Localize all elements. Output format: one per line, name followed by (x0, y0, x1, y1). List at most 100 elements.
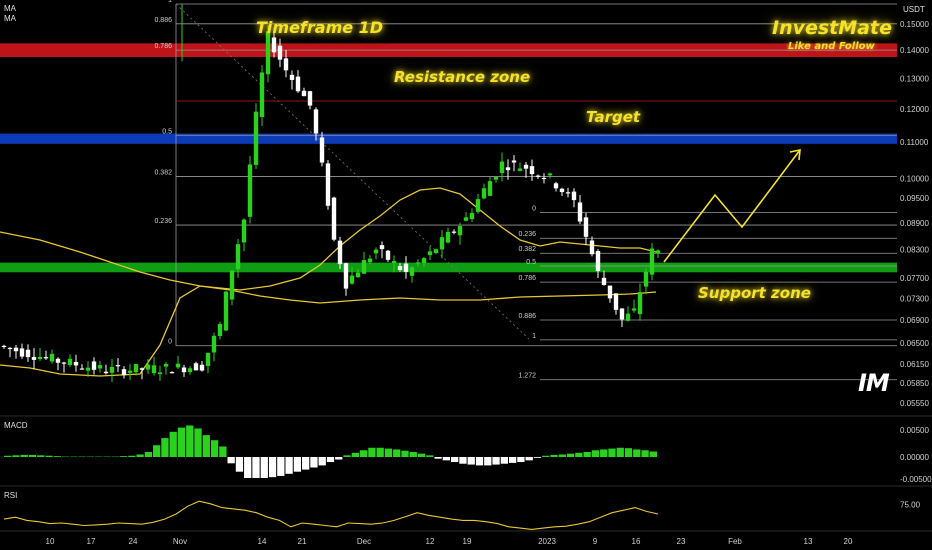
macd-bar (616, 447, 624, 457)
candle-body (277, 45, 283, 60)
ma-label-2: MA (4, 14, 16, 23)
macd-bar (302, 457, 310, 470)
candle-body (85, 367, 91, 371)
candle-body (205, 352, 211, 367)
candle-body (331, 197, 337, 240)
y-tick-label: 0.15000 (900, 20, 929, 29)
candle-body (409, 267, 415, 276)
macd-bar (252, 457, 260, 478)
macd-bar (566, 453, 575, 457)
candle-body (109, 366, 115, 373)
x-tick-label: 17 (87, 537, 96, 546)
macd-bar (45, 455, 53, 457)
candle-body (601, 277, 607, 285)
macd-bar (28, 454, 37, 457)
y-tick-label: 0.06500 (900, 339, 929, 348)
candle-body (517, 168, 523, 171)
macd-bar (434, 457, 442, 459)
fib-label: 0 (168, 339, 172, 346)
candle-body (1, 345, 7, 348)
candle-body (415, 262, 421, 264)
candle-body (445, 231, 451, 243)
macd-bar (277, 457, 285, 476)
candle-body (487, 181, 493, 196)
macd-bar (335, 457, 343, 460)
macd-bar (517, 457, 525, 463)
candle-body (313, 109, 319, 134)
macd-bar (169, 431, 177, 457)
macd-bar (442, 457, 451, 461)
y-tick-label: 0.05850 (900, 379, 929, 388)
candle-body (91, 361, 97, 370)
candle-body (385, 250, 391, 260)
candle-body (433, 249, 439, 253)
candle-body (619, 308, 625, 320)
macd-bar (260, 457, 268, 478)
macd-bar (20, 454, 28, 457)
candle-body (481, 188, 487, 199)
brand-title: InvestMate (772, 17, 892, 39)
candle-body (607, 285, 613, 299)
macd-bar (525, 457, 533, 461)
macd-bar (376, 447, 384, 457)
candle-body (631, 308, 637, 311)
x-tick-label: 13 (804, 537, 813, 546)
candle-body (589, 240, 595, 255)
y-tick-label: 0.06900 (900, 316, 929, 325)
fib-label: 0.382 (154, 170, 172, 177)
candle-body (13, 347, 19, 352)
macd-bar (409, 451, 417, 457)
candle-body (439, 237, 445, 250)
macd-bar (459, 457, 467, 464)
candle-body (391, 261, 397, 264)
x-tick-label: 19 (463, 537, 472, 546)
candle-body (37, 356, 43, 360)
candle-body (265, 31, 271, 75)
candle-body (49, 353, 55, 362)
candle-body (397, 266, 403, 271)
macd-bar (37, 455, 45, 457)
candle-body (625, 313, 631, 321)
candle-body (97, 365, 103, 369)
fib2-label: 0.786 (518, 275, 536, 282)
macd-bar (591, 450, 600, 457)
macd-bar (119, 456, 128, 457)
projection-path (663, 149, 801, 263)
y-tick-label: 0.08300 (900, 246, 929, 255)
candle-body (169, 372, 175, 374)
rsi-panel-label: RSI (4, 491, 18, 500)
macd-bar (426, 455, 434, 457)
macd-bar (583, 451, 591, 457)
fib2-label: 0.5 (526, 259, 536, 266)
y-tick-label: 0.05550 (900, 399, 929, 408)
macd-bar (194, 428, 202, 457)
candle-body (103, 371, 109, 374)
candle-body (289, 74, 295, 80)
candle-body (241, 219, 247, 243)
candle-body (157, 372, 163, 375)
candle-body (181, 367, 187, 373)
candle-body (25, 349, 31, 358)
y-tick-label: 0.10000 (900, 174, 929, 183)
fib2-label: 1.272 (518, 373, 536, 380)
macd-axis-label: -0.00500 (900, 475, 932, 484)
candle-body (271, 37, 277, 53)
candle-body (463, 217, 469, 221)
x-tick-label: Nov (173, 537, 187, 546)
fib2-label: 0 (532, 205, 536, 212)
macd-bar (326, 457, 335, 463)
macd-bar (235, 457, 244, 472)
macd-bar (153, 445, 161, 457)
candle-body (421, 258, 427, 263)
x-tick-label: 20 (844, 537, 853, 546)
macd-bar (210, 440, 219, 457)
candle-body (553, 183, 559, 189)
fib-label: 0.5 (162, 128, 172, 135)
candle-body (7, 347, 13, 350)
ma-label-1: MA (4, 4, 16, 13)
x-tick-label: 21 (298, 537, 307, 546)
macd-bar (641, 450, 649, 457)
y-tick-label: 0.09500 (900, 194, 929, 203)
macd-bar (558, 454, 566, 457)
fib-label: 0.786 (154, 43, 172, 50)
